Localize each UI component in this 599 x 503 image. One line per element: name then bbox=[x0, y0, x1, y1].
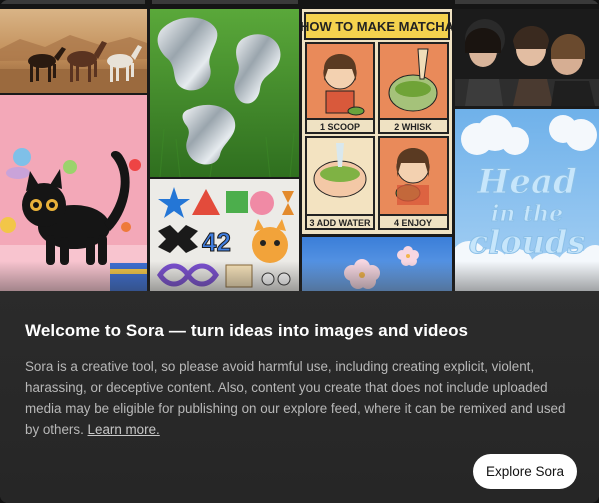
panel-1-label: 1 SCOOP bbox=[320, 122, 360, 132]
cloud-text-line-3: clouds bbox=[469, 223, 586, 261]
dialog-body: Sora is a creative tool, so please avoid… bbox=[25, 356, 575, 440]
matcha-heading: HOW TO MAKE MATCHA bbox=[302, 19, 452, 34]
party-photo-image bbox=[455, 9, 599, 106]
learn-more-link[interactable]: Learn more. bbox=[88, 422, 160, 437]
welcome-dialog: 42 HOW TO MAKE MATCHA 1 SCOOP 2 WHISK 3 … bbox=[0, 0, 599, 503]
panel-3-label: 3 ADD WATER bbox=[309, 218, 371, 228]
panel-2-label: 2 WHISK bbox=[394, 122, 432, 132]
top-strip bbox=[0, 0, 599, 9]
dialog-title: Welcome to Sora — turn ideas into images… bbox=[25, 321, 469, 340]
horses-image bbox=[0, 9, 147, 93]
matcha-comic-image: HOW TO MAKE MATCHA 1 SCOOP 2 WHISK 3 ADD… bbox=[302, 9, 452, 234]
explore-sora-button[interactable]: Explore Sora bbox=[473, 454, 577, 489]
image-gallery: 42 HOW TO MAKE MATCHA 1 SCOOP 2 WHISK 3 … bbox=[0, 9, 599, 291]
gallery-fade bbox=[0, 261, 599, 291]
sticker-42: 42 bbox=[202, 227, 231, 257]
dialog-content: Welcome to Sora — turn ideas into images… bbox=[0, 291, 599, 503]
cloud-text-line-1: Head bbox=[476, 162, 577, 202]
chrome-blobs-image bbox=[150, 9, 299, 177]
panel-4-label: 4 ENJOY bbox=[394, 218, 432, 228]
